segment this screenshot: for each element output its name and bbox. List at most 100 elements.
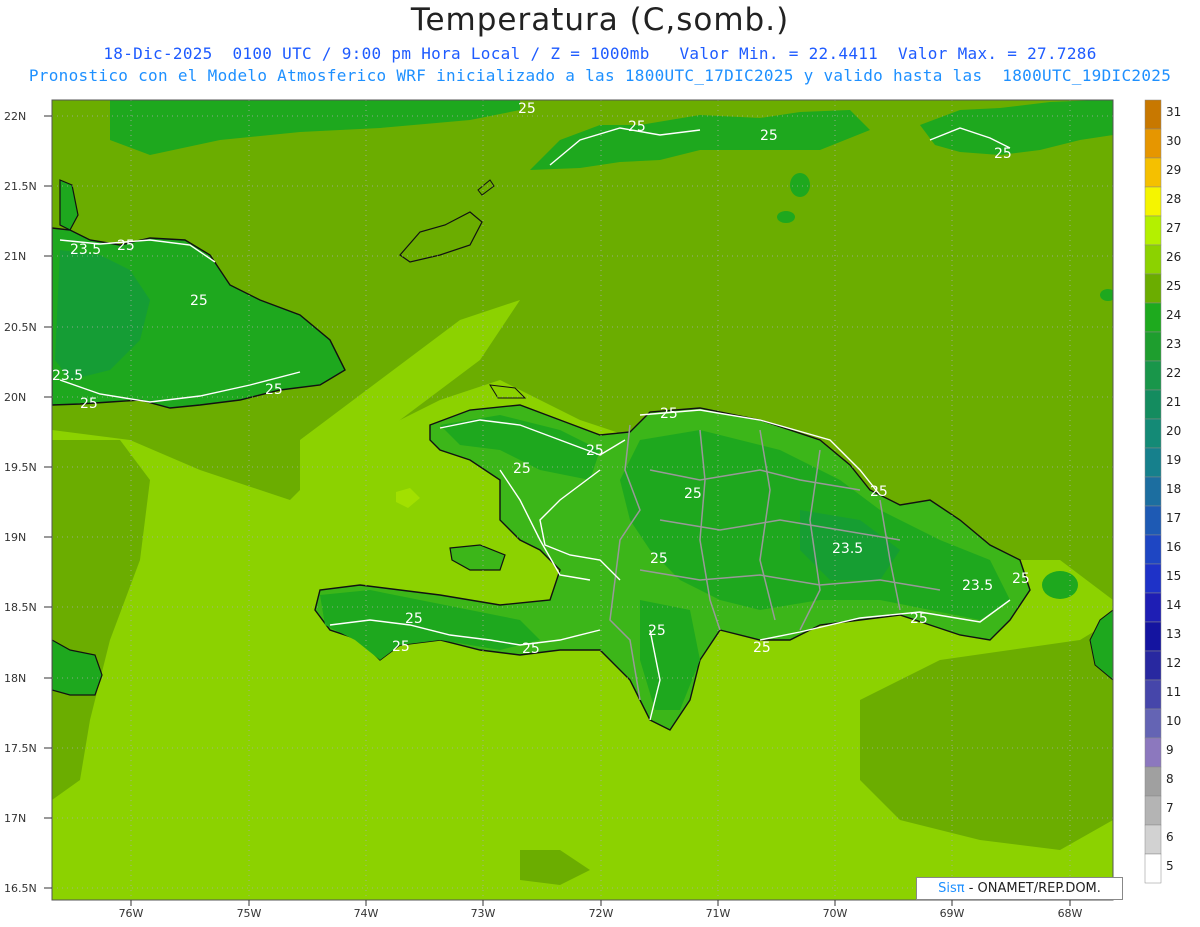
colorbar-label: 10 (1166, 714, 1181, 728)
colorbar-swatch (1144, 215, 1162, 246)
lon-label: 68W (1058, 907, 1083, 920)
islet-2 (777, 211, 795, 223)
colorbar-label: 20 (1166, 424, 1181, 438)
contour-label: 25 (518, 101, 536, 117)
credit-box: Sisπ - ONAMET/REP.DOM. (916, 877, 1123, 900)
colorbar-swatch (1144, 99, 1162, 130)
colorbar-label: 30 (1166, 134, 1181, 148)
credit-text: - ONAMET/REP.DOM. (964, 881, 1101, 896)
colorbar-label: 9 (1166, 743, 1174, 757)
colorbar-swatch (1144, 505, 1162, 536)
colorbar-label: 29 (1166, 163, 1181, 177)
colorbar-swatch (1144, 650, 1162, 681)
lon-label: 71W (706, 907, 731, 920)
contour-label: 25 (994, 146, 1012, 162)
colorbar-label: 14 (1166, 598, 1181, 612)
colorbar-swatch (1144, 157, 1162, 188)
contour-label: 25 (760, 128, 778, 144)
colorbar-swatch (1144, 621, 1162, 652)
lat-label: 19.5N (4, 461, 37, 474)
colorbar-swatch (1144, 563, 1162, 594)
colorbar-label: 12 (1166, 656, 1181, 670)
colorbar-swatch (1144, 592, 1162, 623)
contour-label: 25 (586, 443, 604, 459)
contour-label: 25 (1012, 571, 1030, 587)
colorbar-label: 5 (1166, 859, 1174, 873)
contour-label: 25 (628, 119, 646, 135)
colorbar-swatch (1144, 128, 1162, 159)
colorbar-swatch (1144, 708, 1162, 739)
contour-label: 25 (265, 382, 283, 398)
colorbar-swatch (1144, 795, 1162, 826)
contour-label: 23.5 (962, 578, 993, 594)
lat-label: 20.5N (4, 321, 37, 334)
lon-label: 75W (237, 907, 262, 920)
colorbar-swatch (1144, 853, 1162, 884)
colorbar-swatch (1144, 824, 1162, 855)
colorbar-swatch (1144, 476, 1162, 507)
colorbar-label: 24 (1166, 308, 1181, 322)
lat-label: 19N (4, 531, 26, 544)
islet-1 (790, 173, 810, 197)
lon-label: 72W (589, 907, 614, 920)
colorbar-swatch (1144, 766, 1162, 797)
colorbar-swatch (1144, 186, 1162, 217)
lon-label: 73W (471, 907, 496, 920)
lat-label: 16.5N (4, 882, 37, 895)
islet-4 (1042, 571, 1078, 599)
contour-label: 25 (684, 486, 702, 502)
contour-label: 25 (405, 611, 423, 627)
colorbar-label: 17 (1166, 511, 1181, 525)
lat-label: 22N (4, 110, 26, 123)
colorbar-label: 19 (1166, 453, 1181, 467)
colorbar-swatch (1144, 273, 1162, 304)
colorbar-label: 8 (1166, 772, 1174, 786)
lat-label: 18N (4, 672, 26, 685)
contour-label: 25 (392, 639, 410, 655)
contour-label: 25 (660, 406, 678, 422)
longitude-labels: 76W 75W 74W 73W 72W 71W 70W 69W 68W (119, 907, 1083, 920)
colorbar-label: 31 (1166, 105, 1181, 119)
contour-label: 25 (513, 461, 531, 477)
colorbar-swatch (1144, 679, 1162, 710)
colorbar-swatch (1144, 534, 1162, 565)
contour-label: 25 (910, 611, 928, 627)
lon-label: 76W (119, 907, 144, 920)
colorbar-swatch (1144, 302, 1162, 333)
credit-brand: Sisπ (938, 881, 965, 896)
colorbar-label: 16 (1166, 540, 1181, 554)
colorbar-swatch (1144, 737, 1162, 768)
contour-label: 25 (80, 396, 98, 412)
contour-label: 25 (870, 484, 888, 500)
lat-label: 17.5N (4, 742, 37, 755)
longitude-ticks (130, 900, 1071, 906)
contour-label: 23.5 (832, 541, 863, 557)
colorbar-label: 6 (1166, 830, 1174, 844)
contour-label: 25 (650, 551, 668, 567)
colorbar: 31 30 29 28 27 26 25 24 23 22 21 20 19 18 17 16 15 14 13 12… (1144, 99, 1181, 884)
lat-label: 20N (4, 391, 26, 404)
lat-label: 21N (4, 250, 26, 263)
colorbar-label: 26 (1166, 250, 1181, 264)
colorbar-label: 25 (1166, 279, 1181, 293)
contour-label: 25 (648, 623, 666, 639)
colorbar-swatch (1144, 389, 1162, 420)
colorbar-label: 23 (1166, 337, 1181, 351)
lat-label: 18.5N (4, 601, 37, 614)
colorbar-label: 21 (1166, 395, 1181, 409)
colorbar-label: 22 (1166, 366, 1181, 380)
colorbar-label: 28 (1166, 192, 1181, 206)
colorbar-label: 27 (1166, 221, 1181, 235)
colorbar-swatch (1144, 244, 1162, 275)
colorbar-label: 7 (1166, 801, 1174, 815)
colorbar-label: 13 (1166, 627, 1181, 641)
contour-label: 25 (753, 640, 771, 656)
colorbar-swatch (1144, 331, 1162, 362)
lat-label: 21.5N (4, 180, 37, 193)
contour-label: 25 (190, 293, 208, 309)
latitude-labels: 22N 21.5N 21N 20.5N 20N 19.5N 19N 18.5N … (4, 110, 37, 895)
contour-label: 23.5 (52, 368, 83, 384)
colorbar-swatch (1144, 447, 1162, 478)
colorbar-label: 11 (1166, 685, 1181, 699)
colorbar-label: 15 (1166, 569, 1181, 583)
